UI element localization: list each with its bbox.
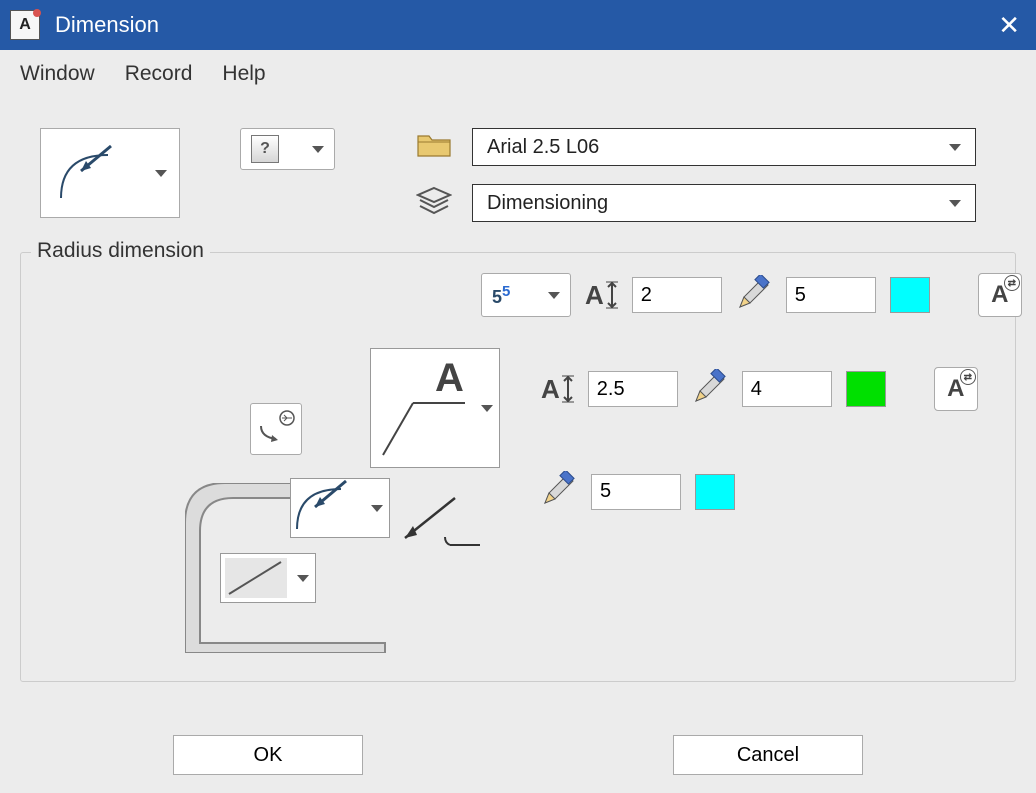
chevron-down-icon xyxy=(297,575,309,582)
layers-icon xyxy=(416,186,452,221)
menu-help[interactable]: Help xyxy=(222,62,265,86)
tolerance-base: 5 xyxy=(492,287,502,307)
tolerance-format-picker[interactable]: 55 xyxy=(481,273,571,317)
tolerance-text-height-input[interactable] xyxy=(632,277,722,313)
text-placement-icon: A xyxy=(371,349,475,467)
text-height-input[interactable] xyxy=(588,371,678,407)
menu-bar: Window Record Help xyxy=(0,50,1036,98)
chevron-down-icon xyxy=(949,144,961,151)
pencil-icon xyxy=(541,471,577,512)
arc-endpoint-icon xyxy=(291,479,365,537)
text-color-swatch[interactable] xyxy=(846,371,886,407)
chevron-down-icon xyxy=(155,170,167,177)
dimension-type-picker[interactable] xyxy=(40,128,180,218)
fieldset-legend: Radius dimension xyxy=(31,239,210,263)
chevron-down-icon xyxy=(548,292,560,299)
app-icon: A xyxy=(10,10,40,40)
font-value: Arial 2.5 L06 xyxy=(487,136,599,159)
swap-icon: ⇄ xyxy=(1004,275,1020,291)
svg-text:A: A xyxy=(435,356,464,400)
tolerance-color-swatch[interactable] xyxy=(890,277,930,313)
tolerance-font-override-button[interactable]: A⇄ xyxy=(978,273,1022,317)
line-row xyxy=(541,471,1022,512)
arc-endpoint-picker[interactable] xyxy=(290,478,390,538)
ok-button[interactable]: OK xyxy=(173,735,363,775)
question-icon: ? xyxy=(251,135,279,163)
tolerance-row: 55 A A⇄ xyxy=(481,273,1022,317)
title-bar: A Dimension ✕ xyxy=(0,0,1036,50)
tolerance-sup: 5 xyxy=(502,283,510,300)
layer-dropdown[interactable]: Dimensioning xyxy=(472,184,976,222)
chevron-down-icon xyxy=(371,505,383,512)
text-pen-input[interactable] xyxy=(742,371,832,407)
chevron-down-icon xyxy=(949,200,961,207)
text-row: A A⇄ xyxy=(541,367,1022,411)
close-button[interactable]: ✕ xyxy=(992,10,1026,41)
menu-record[interactable]: Record xyxy=(125,62,193,86)
leader-arrow-icon xyxy=(395,493,485,563)
cancel-button[interactable]: Cancel xyxy=(673,735,863,775)
tolerance-pen-input[interactable] xyxy=(786,277,876,313)
arrowhead-style-icon xyxy=(256,409,296,449)
pencil-icon xyxy=(736,275,772,316)
text-height-icon: A xyxy=(541,374,574,405)
line-style-icon xyxy=(221,554,291,602)
dialog-body: ? Arial 2.5 L06 Dimensioning xyxy=(0,98,1036,793)
line-color-swatch[interactable] xyxy=(695,474,735,510)
text-font-override-button[interactable]: A⇄ xyxy=(934,367,978,411)
folder-icon xyxy=(416,130,452,165)
window-title: Dimension xyxy=(55,12,159,38)
layer-value: Dimensioning xyxy=(487,192,608,215)
chevron-down-icon xyxy=(312,146,324,153)
text-height-icon: A xyxy=(585,280,618,311)
line-style-picker[interactable] xyxy=(220,553,316,603)
menu-window[interactable]: Window xyxy=(20,62,95,86)
swap-icon: ⇄ xyxy=(960,369,976,385)
unknown-tool-picker[interactable]: ? xyxy=(240,128,335,170)
pencil-icon xyxy=(692,369,728,410)
dimension-preview: A xyxy=(35,273,455,663)
line-pen-input[interactable] xyxy=(591,474,681,510)
font-dropdown[interactable]: Arial 2.5 L06 xyxy=(472,128,976,166)
radius-arrow-icon xyxy=(53,143,123,203)
arrowhead-style-button[interactable] xyxy=(250,403,302,455)
radius-dimension-group: Radius dimension xyxy=(20,252,1016,682)
